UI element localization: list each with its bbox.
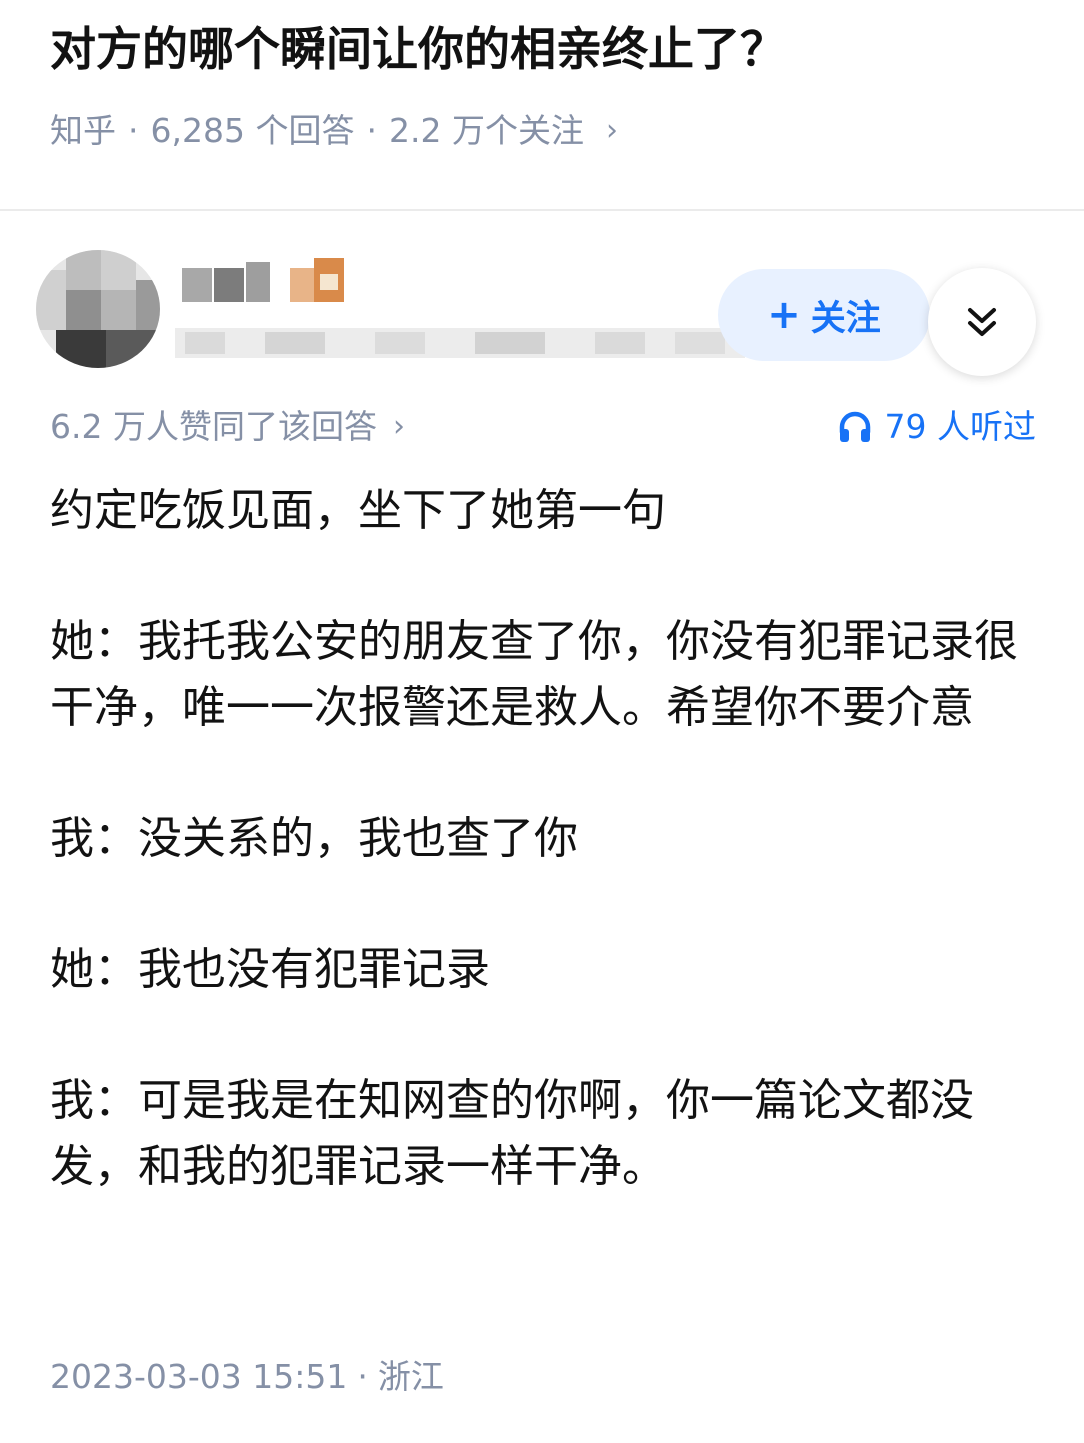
- double-chevron-down-icon: [968, 308, 996, 336]
- author-name[interactable]: [180, 252, 350, 302]
- follow-button[interactable]: + 关注: [718, 269, 930, 361]
- follower-count: 2.2 万个关注: [388, 111, 584, 150]
- paragraph: 她：我托我公安的朋友查了你，你没有犯罪记录很干净，唯一一次报警还是救人。希望你不…: [50, 616, 1018, 733]
- chevron-right-icon: ›: [392, 409, 405, 444]
- paragraph: 我：没关系的，我也查了你: [50, 813, 578, 864]
- divider: [0, 209, 1084, 211]
- separator-dot: ·: [128, 111, 139, 150]
- paragraph: 约定吃饭见面，坐下了她第一句: [50, 485, 666, 536]
- answer-count: 6,285 个回答: [150, 111, 355, 150]
- author-bio: [175, 318, 745, 362]
- question-meta[interactable]: 知乎 · 6,285 个回答 · 2.2 万个关注 ›: [50, 106, 618, 156]
- plus-icon: +: [767, 292, 801, 338]
- expand-button[interactable]: [928, 268, 1036, 376]
- separator-dot: ·: [366, 111, 377, 150]
- paragraph: 她：我也没有犯罪记录: [50, 944, 490, 995]
- paragraph: 我：可是我是在知网查的你啊，你一篇论文都没发，和我的犯罪记录一样干净。: [50, 1075, 974, 1192]
- follow-label: 关注: [810, 298, 881, 339]
- listen-count[interactable]: 79 人听过: [837, 402, 1036, 452]
- listen-count-label: 79 人听过: [884, 407, 1036, 446]
- answer-content: 约定吃饭见面，坐下了她第一句 她：我托我公安的朋友查了你，你没有犯罪记录很干净，…: [50, 478, 1040, 1200]
- source-label: 知乎: [50, 111, 116, 150]
- location: 浙江: [377, 1357, 444, 1396]
- headphones-icon: [839, 411, 870, 442]
- vote-count-label: 6.2 万人赞同了该回答: [50, 407, 377, 446]
- chevron-right-icon: ›: [605, 113, 618, 148]
- answer-footer-meta: 2023-03-03 15:51 · 浙江: [50, 1352, 444, 1402]
- timestamp: 2023-03-03 15:51: [50, 1357, 348, 1396]
- vote-count[interactable]: 6.2 万人赞同了该回答 ›: [50, 402, 405, 452]
- avatar[interactable]: [36, 250, 160, 368]
- page-title[interactable]: 对方的哪个瞬间让你的相亲终止了？: [50, 14, 1050, 84]
- separator-dot: ·: [357, 1357, 368, 1396]
